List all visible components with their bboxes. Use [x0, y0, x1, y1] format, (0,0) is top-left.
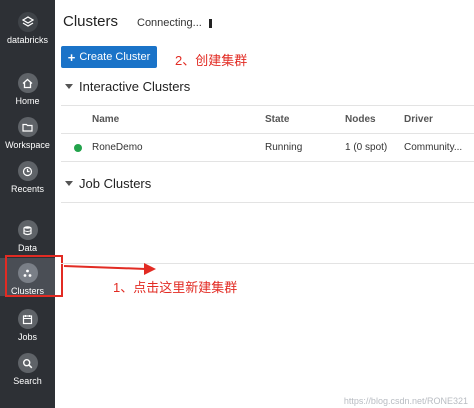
running-status-dot	[74, 144, 82, 152]
watermark: https://blog.csdn.net/RONE321	[343, 396, 468, 406]
table-header: Name State Nodes Driver	[61, 105, 474, 134]
cluster-state: Running	[265, 142, 303, 153]
sidebar-item-data[interactable]: Data	[0, 220, 55, 253]
clock-icon	[17, 161, 38, 181]
cluster-nodes: 1 (0 spot)	[345, 142, 388, 153]
sidebar-item-search[interactable]: Search	[0, 353, 55, 386]
cluster-name-link[interactable]: RoneDemo	[92, 134, 143, 161]
brand-label: databricks	[6, 35, 49, 45]
annotation-arrow	[63, 263, 156, 275]
create-cluster-label: Create Cluster	[79, 51, 151, 63]
sidebar-item-label: Recents	[10, 184, 45, 194]
table-row: RoneDemo Running 1 (0 spot) Community...	[61, 134, 474, 162]
database-icon	[17, 220, 38, 240]
caret-down-icon	[65, 181, 73, 186]
job-clusters-header[interactable]: Job Clusters	[65, 176, 151, 191]
column-header-driver[interactable]: Driver	[404, 106, 433, 133]
search-icon	[17, 353, 38, 373]
sidebar-item-label: Jobs	[17, 332, 37, 342]
sidebar-item-home[interactable]: Home	[0, 73, 55, 106]
main-content: Clusters Connecting... + Create Cluster …	[55, 0, 474, 408]
sidebar-item-label: Data	[17, 243, 37, 253]
sidebar-item-label: Workspace	[5, 140, 50, 150]
interactive-clusters-header[interactable]: Interactive Clusters	[65, 79, 190, 94]
sidebar-item-workspace[interactable]: Workspace	[0, 117, 55, 150]
sidebar-item-label: Home	[15, 96, 40, 106]
sidebar: databricks Home Workspace Recents Data C…	[0, 0, 55, 408]
sidebar-item-recents[interactable]: Recents	[0, 161, 55, 194]
annotation-step2: 2、创建集群	[175, 53, 248, 68]
home-icon	[17, 73, 38, 93]
column-header-state[interactable]: State	[265, 106, 289, 133]
databricks-logo-icon	[17, 12, 38, 32]
plus-icon: +	[67, 49, 76, 65]
folder-icon	[17, 117, 38, 137]
cluster-driver: Community...	[404, 142, 463, 153]
job-clusters-table	[61, 202, 474, 264]
section-title: Job Clusters	[79, 176, 152, 191]
column-header-nodes[interactable]: Nodes	[345, 106, 376, 133]
status-indicator	[209, 19, 212, 28]
interactive-clusters-table: Name State Nodes Driver RoneDemo Running…	[61, 105, 474, 162]
create-cluster-button[interactable]: + Create Cluster	[61, 46, 157, 68]
sidebar-item-label: Search	[13, 376, 42, 386]
databricks-logo[interactable]: databricks	[0, 12, 55, 45]
caret-down-icon	[65, 84, 73, 89]
column-header-name[interactable]: Name	[92, 106, 119, 133]
calendar-icon	[17, 309, 38, 329]
connection-status: Connecting...	[137, 17, 202, 29]
page-title: Clusters	[63, 13, 119, 30]
sidebar-item-jobs[interactable]: Jobs	[0, 309, 55, 342]
section-title: Interactive Clusters	[79, 79, 191, 94]
